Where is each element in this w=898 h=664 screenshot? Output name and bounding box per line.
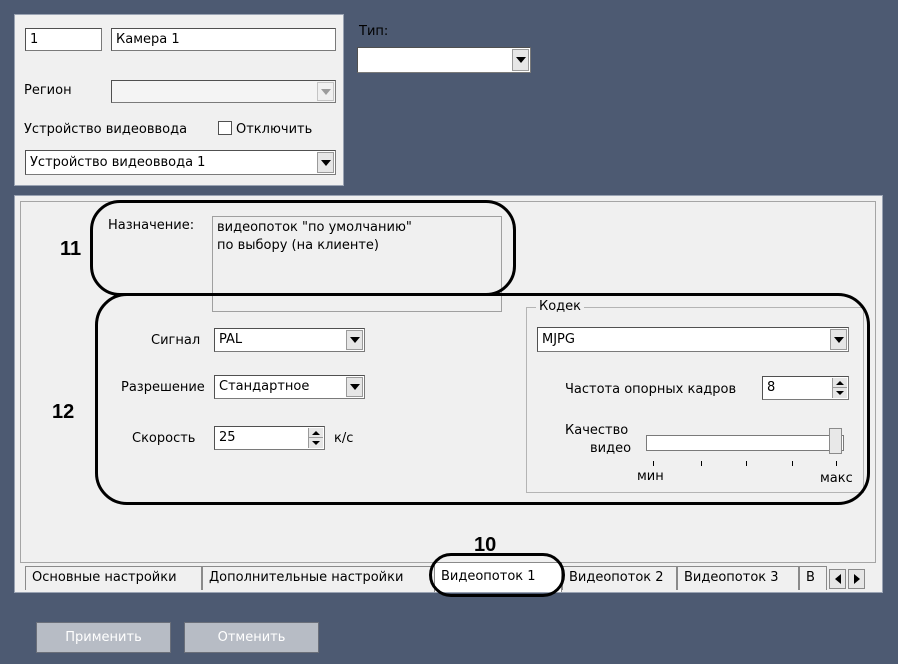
device-select[interactable]: Устройство видеоввода 1	[25, 150, 336, 175]
callout-stream-outline	[95, 293, 870, 505]
tab-main-settings[interactable]: Основные настройки	[25, 566, 202, 590]
camera-number-value: 1	[30, 32, 39, 47]
region-dropdown-button[interactable]	[317, 82, 334, 101]
type-select[interactable]	[357, 47, 531, 73]
chevron-down-icon	[320, 88, 331, 95]
callout-number-11: 11	[60, 238, 82, 260]
arrow-right-icon	[853, 574, 860, 584]
callout-number-12: 12	[52, 401, 75, 423]
tab-advanced-settings[interactable]: Дополнительные настройки	[202, 566, 436, 590]
region-label: Регион	[24, 83, 72, 98]
camera-number-field[interactable]: 1	[25, 28, 102, 51]
tab-scroll-left-button[interactable]	[829, 569, 846, 589]
arrow-left-icon	[834, 574, 841, 584]
device-dropdown-button[interactable]	[317, 152, 334, 173]
disable-label: Отключить	[236, 122, 313, 137]
camera-name-field[interactable]: Камера 1	[111, 28, 336, 51]
cancel-button[interactable]: Отменить	[184, 622, 319, 653]
callout-purpose-outline	[90, 200, 516, 296]
tab-videostream-3[interactable]: Видеопоток 3	[677, 566, 799, 590]
tab-more[interactable]: В	[799, 566, 827, 590]
tab-videostream-2[interactable]: Видеопоток 2	[562, 566, 677, 590]
device-value: Устройство видеоввода 1	[30, 155, 206, 170]
callout-tab-outline	[429, 553, 565, 597]
type-label: Тип:	[359, 24, 389, 39]
camera-name-value: Камера 1	[116, 32, 180, 47]
disable-checkbox[interactable]	[218, 121, 232, 135]
chevron-down-icon	[320, 159, 331, 166]
region-select[interactable]	[111, 80, 336, 103]
tab-scroll-right-button[interactable]	[848, 569, 865, 589]
chevron-down-icon	[515, 57, 526, 63]
type-dropdown-button[interactable]	[512, 49, 529, 71]
device-label: Устройство видеоввода	[24, 122, 188, 137]
apply-button[interactable]: Применить	[36, 622, 171, 653]
